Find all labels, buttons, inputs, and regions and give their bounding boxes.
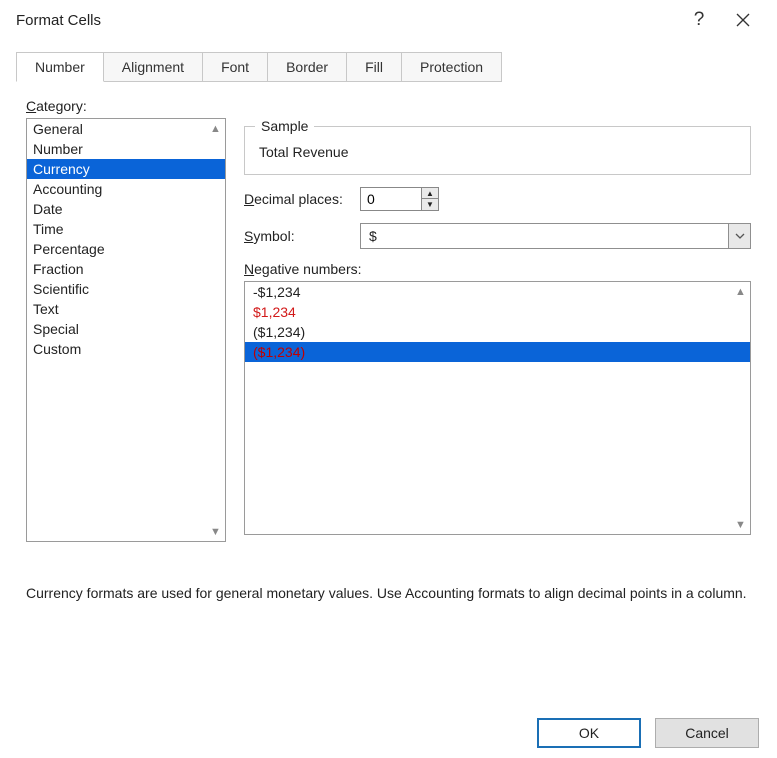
symbol-value: $: [361, 228, 728, 244]
category-item-scientific[interactable]: Scientific: [27, 279, 225, 299]
format-description: Currency formats are used for general mo…: [26, 584, 751, 604]
tab-number[interactable]: Number: [16, 52, 104, 82]
window-title: Format Cells: [16, 12, 677, 29]
spinner-up-icon[interactable]: ▲: [422, 188, 438, 199]
negative-numbers-label: Negative numbers:: [244, 261, 751, 277]
category-item-special[interactable]: Special: [27, 319, 225, 339]
close-icon[interactable]: [721, 0, 765, 40]
tab-fill[interactable]: Fill: [347, 52, 402, 82]
category-item-currency[interactable]: Currency: [27, 159, 225, 179]
scroll-down-icon[interactable]: ▼: [207, 523, 224, 540]
sample-value: Total Revenue: [255, 144, 740, 160]
negative-scrollbar[interactable]: ▲ ▼: [732, 283, 749, 533]
tab-number-body: Category: GeneralNumberCurrencyAccountin…: [16, 82, 761, 672]
category-listbox[interactable]: GeneralNumberCurrencyAccountingDateTimeP…: [26, 118, 226, 542]
decimal-places-label: Decimal places:: [244, 191, 350, 207]
chevron-down-icon[interactable]: [728, 224, 750, 248]
sample-legend: Sample: [255, 118, 314, 134]
category-item-custom[interactable]: Custom: [27, 339, 225, 359]
category-item-date[interactable]: Date: [27, 199, 225, 219]
tab-alignment[interactable]: Alignment: [104, 52, 203, 82]
scroll-up-icon[interactable]: ▲: [207, 120, 224, 137]
category-item-fraction[interactable]: Fraction: [27, 259, 225, 279]
scroll-down-icon[interactable]: ▼: [732, 516, 749, 533]
negative-numbers-listbox[interactable]: -$1,234$1,234($1,234)($1,234) ▲ ▼: [244, 281, 751, 535]
negative-option[interactable]: -$1,234: [245, 282, 750, 302]
negative-option[interactable]: $1,234: [245, 302, 750, 322]
dialog-footer: OK Cancel: [537, 718, 759, 748]
sample-groupbox: Sample Total Revenue: [244, 118, 751, 175]
negative-option[interactable]: ($1,234): [245, 322, 750, 342]
decimal-places-spinner[interactable]: ▲ ▼: [360, 187, 439, 211]
category-label: Category:: [26, 98, 751, 114]
tab-border[interactable]: Border: [268, 52, 347, 82]
category-item-general[interactable]: General: [27, 119, 225, 139]
symbol-dropdown[interactable]: $: [360, 223, 751, 249]
category-item-time[interactable]: Time: [27, 219, 225, 239]
category-item-number[interactable]: Number: [27, 139, 225, 159]
negative-option[interactable]: ($1,234): [245, 342, 750, 362]
tab-protection[interactable]: Protection: [402, 52, 502, 82]
symbol-label: Symbol:: [244, 228, 350, 244]
spinner-down-icon[interactable]: ▼: [422, 199, 438, 210]
category-item-text[interactable]: Text: [27, 299, 225, 319]
category-scrollbar[interactable]: ▲ ▼: [207, 120, 224, 540]
cancel-button[interactable]: Cancel: [655, 718, 759, 748]
help-icon[interactable]: ?: [677, 0, 721, 40]
ok-button[interactable]: OK: [537, 718, 641, 748]
decimal-places-input[interactable]: [361, 188, 421, 210]
tab-strip: NumberAlignmentFontBorderFillProtection: [16, 52, 761, 82]
category-item-accounting[interactable]: Accounting: [27, 179, 225, 199]
category-item-percentage[interactable]: Percentage: [27, 239, 225, 259]
title-bar: Format Cells ?: [0, 0, 777, 40]
tab-font[interactable]: Font: [203, 52, 268, 82]
scroll-up-icon[interactable]: ▲: [732, 283, 749, 300]
